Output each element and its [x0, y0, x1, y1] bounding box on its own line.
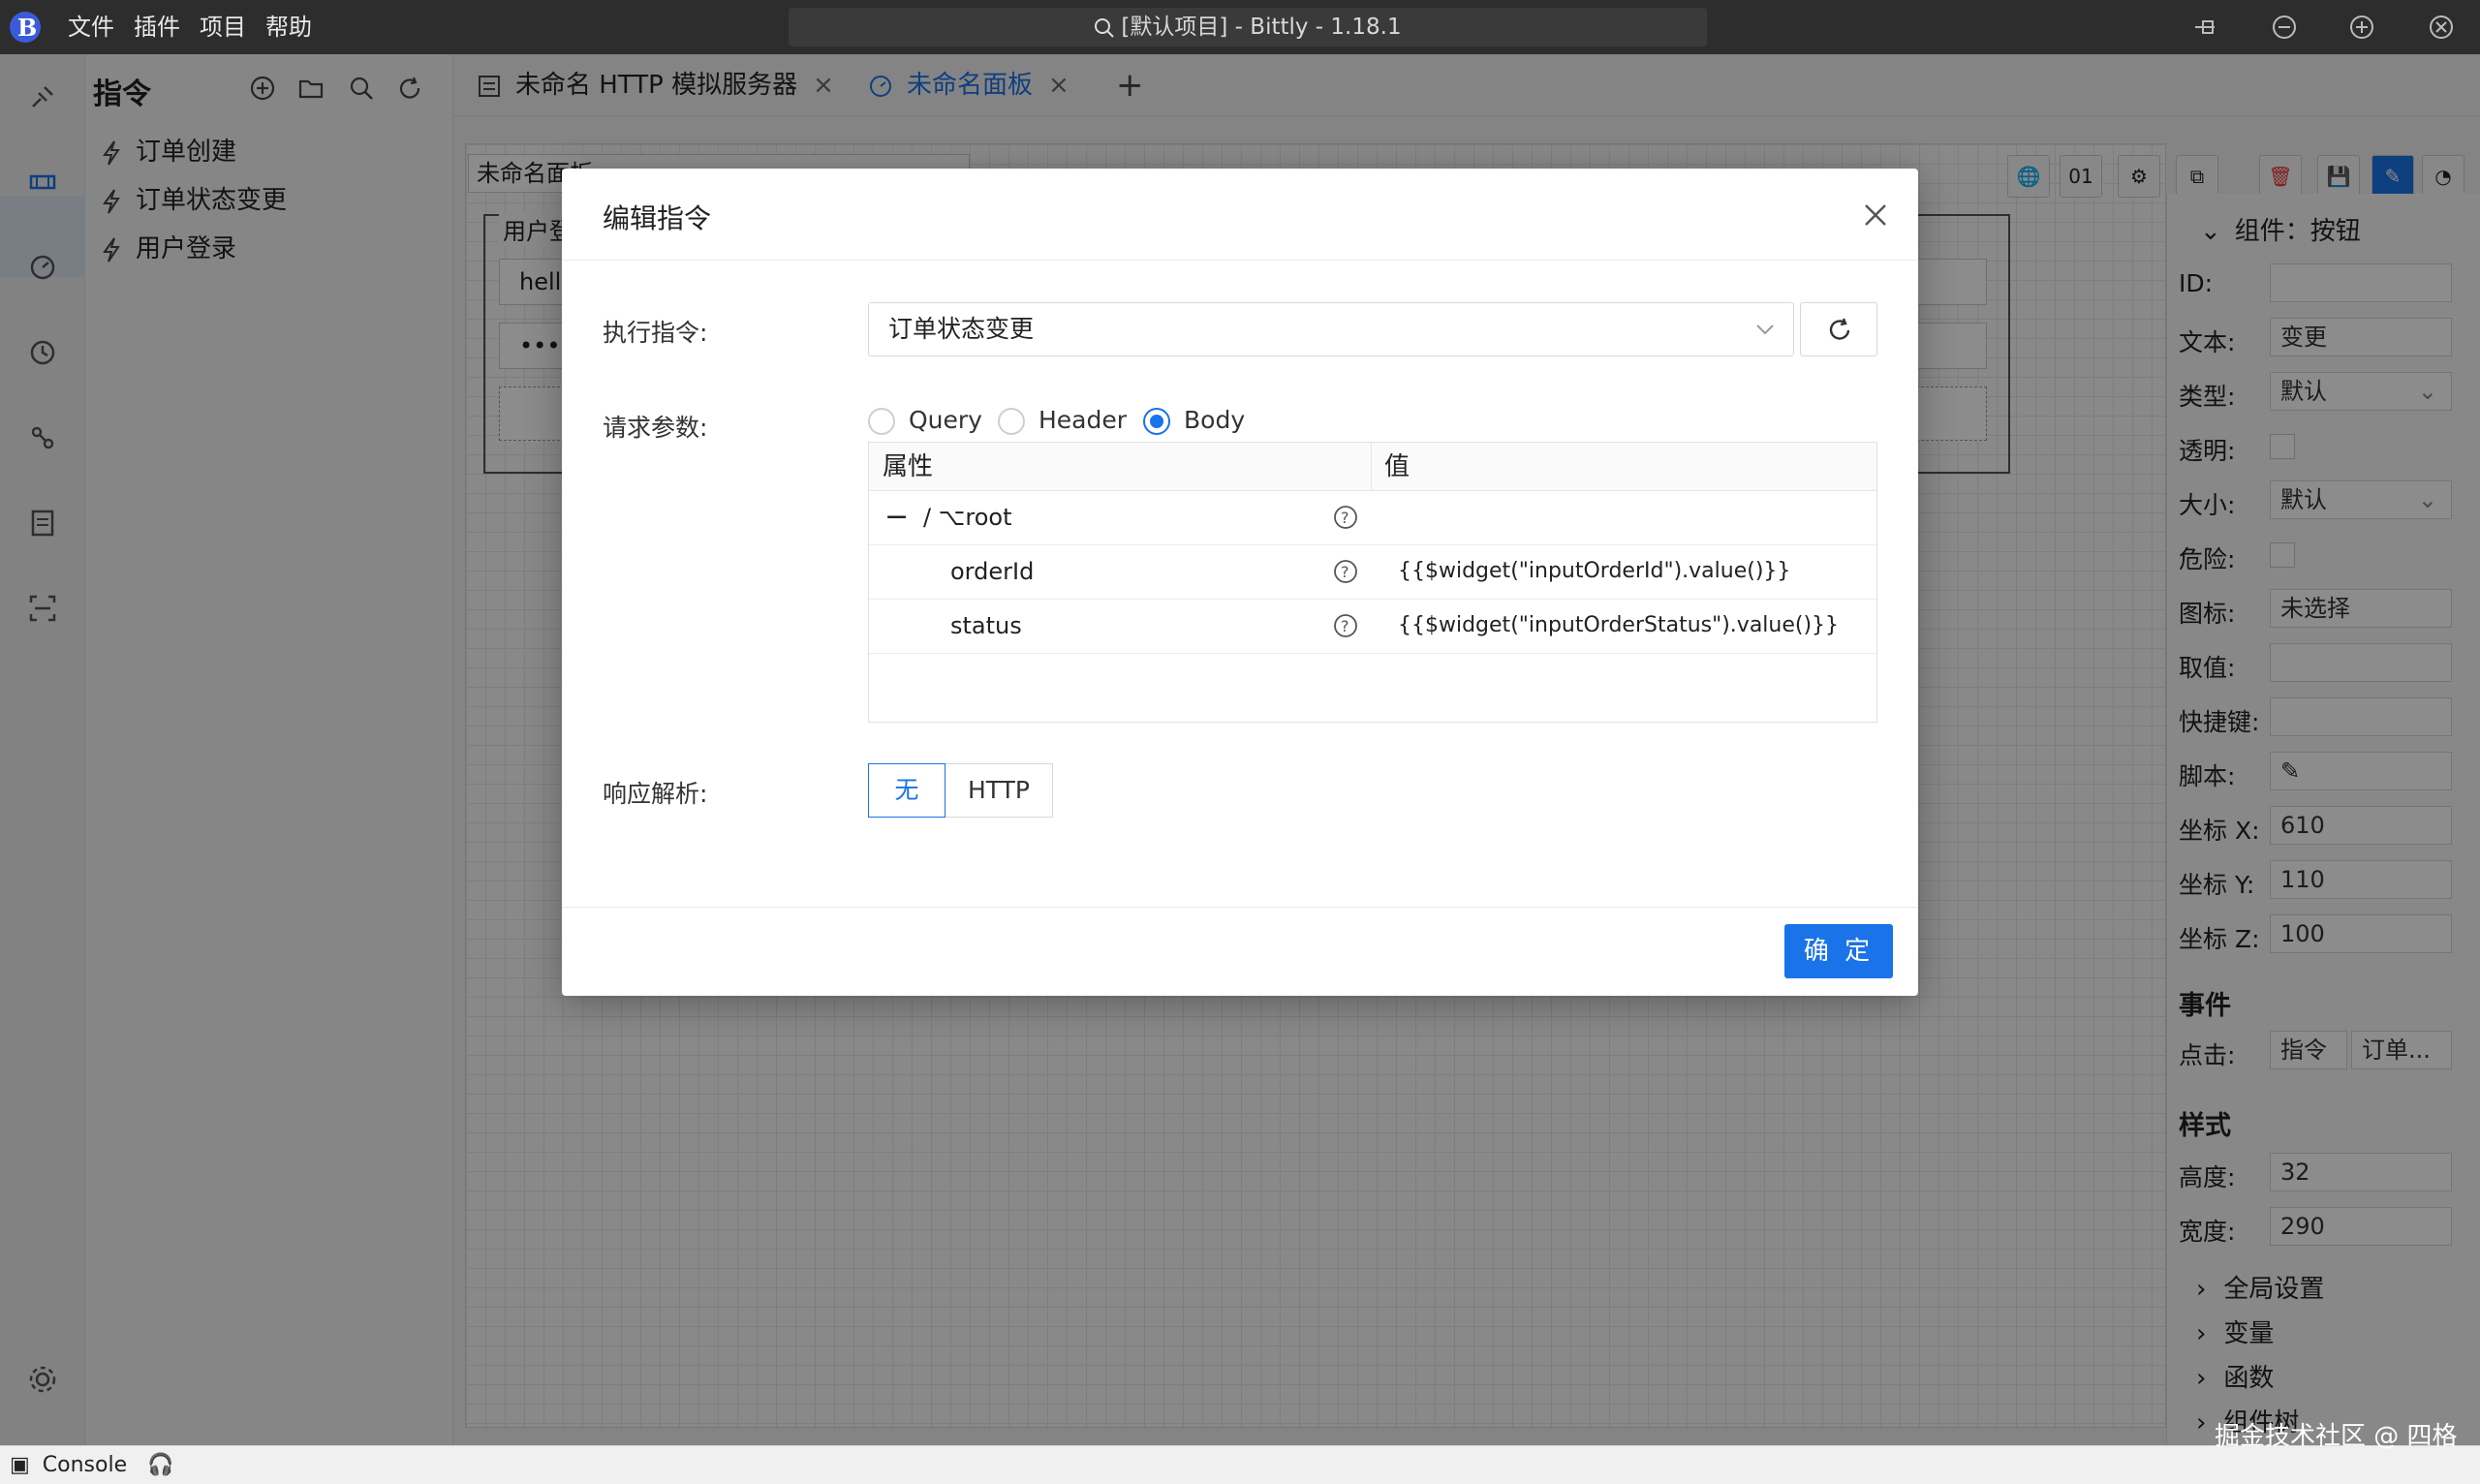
param-name: orderId — [950, 558, 1035, 585]
refresh-icon — [1829, 318, 1850, 340]
help-circle-icon[interactable]: ? — [1332, 612, 1359, 639]
request-params-label: 请求参数: — [603, 414, 708, 442]
params-table-header: 属性 值 — [869, 443, 1876, 491]
response-option-http[interactable]: HTTP — [945, 763, 1053, 818]
headset-icon[interactable]: 🎧 — [147, 1453, 173, 1477]
radio-label: Query — [909, 406, 982, 434]
svg-text:?: ? — [1341, 563, 1349, 581]
params-table: 属性 值 − / ⌥root ? orderId ? {{$widget("in… — [868, 442, 1877, 723]
menu-help[interactable]: 帮助 — [265, 0, 312, 54]
menu-file[interactable]: 文件 — [68, 0, 114, 54]
table-row-root[interactable]: − / ⌥root ? — [869, 491, 1876, 545]
minimize-icon[interactable] — [2271, 14, 2298, 41]
title-bar: B 文件 插件 项目 帮助 [默认项目] - Bittly - 1.18.1 — [0, 0, 2480, 54]
radio-label: Body — [1184, 406, 1246, 434]
radio-header[interactable]: Header — [998, 403, 1127, 438]
radio-dot — [998, 408, 1025, 435]
response-parse-label: 响应解析: — [603, 780, 708, 808]
title-search-box[interactable]: [默认项目] - Bittly - 1.18.1 — [789, 8, 1707, 46]
console-icon[interactable]: ▣ — [10, 1453, 30, 1477]
dialog-title: 编辑指令 — [603, 202, 712, 234]
pin-icon[interactable] — [2191, 14, 2218, 41]
collapse-icon[interactable]: − — [884, 491, 909, 543]
table-row[interactable]: orderId ? {{$widget("inputOrderId").valu… — [869, 545, 1876, 600]
exec-command-label: 执行指令: — [603, 319, 708, 347]
menu-project[interactable]: 项目 — [200, 0, 246, 54]
radio-dot-selected — [1143, 408, 1170, 435]
response-option-none[interactable]: 无 — [868, 763, 946, 818]
help-circle-icon[interactable]: ? — [1332, 504, 1359, 531]
svg-text:?: ? — [1341, 617, 1349, 635]
table-row[interactable]: status ? {{$widget("inputOrderStatus").v… — [869, 600, 1876, 654]
root-label: / ⌥root — [923, 504, 1012, 531]
edit-command-dialog: 编辑指令 执行指令: 订单状态变更 请求参数: Query Header Bod… — [562, 169, 1918, 996]
svg-text:B: B — [17, 14, 37, 42]
radio-query[interactable]: Query — [868, 403, 982, 438]
param-value[interactable]: {{$widget("inputOrderStatus").value()}} — [1398, 600, 1839, 652]
window-title: [默认项目] - Bittly - 1.18.1 — [1121, 15, 1402, 40]
menu-plugins[interactable]: 插件 — [134, 0, 180, 54]
radio-body[interactable]: Body — [1143, 403, 1245, 438]
dialog-divider — [562, 260, 1918, 261]
search-icon — [1095, 17, 1115, 38]
refresh-commands-button[interactable] — [1800, 302, 1877, 356]
app-logo-icon: B — [10, 12, 41, 43]
column-header-property: 属性 — [883, 452, 934, 481]
column-divider — [1371, 443, 1372, 491]
svg-text:?: ? — [1341, 509, 1349, 527]
param-name: status — [950, 612, 1022, 639]
close-icon[interactable] — [1862, 201, 1889, 229]
help-circle-icon[interactable]: ? — [1332, 558, 1359, 585]
exec-command-value: 订单状态变更 — [888, 315, 1035, 343]
close-window-icon[interactable] — [2428, 14, 2455, 41]
dialog-footer-divider — [562, 907, 1918, 908]
column-header-value: 值 — [1384, 452, 1410, 481]
confirm-button[interactable]: 确 定 — [1784, 924, 1893, 978]
maximize-icon[interactable] — [2348, 14, 2375, 41]
console-label[interactable]: Console — [43, 1453, 127, 1477]
exec-command-select[interactable]: 订单状态变更 — [868, 302, 1794, 356]
watermark: 掘金技术社区 @ 四格 — [2215, 1422, 2458, 1451]
radio-label: Header — [1038, 406, 1128, 434]
param-value[interactable]: {{$widget("inputOrderId").value()}} — [1398, 545, 1790, 598]
chevron-down-icon — [1756, 325, 1774, 335]
status-bar: ▣ Console 🎧 — [0, 1445, 2480, 1484]
radio-dot — [868, 408, 895, 435]
